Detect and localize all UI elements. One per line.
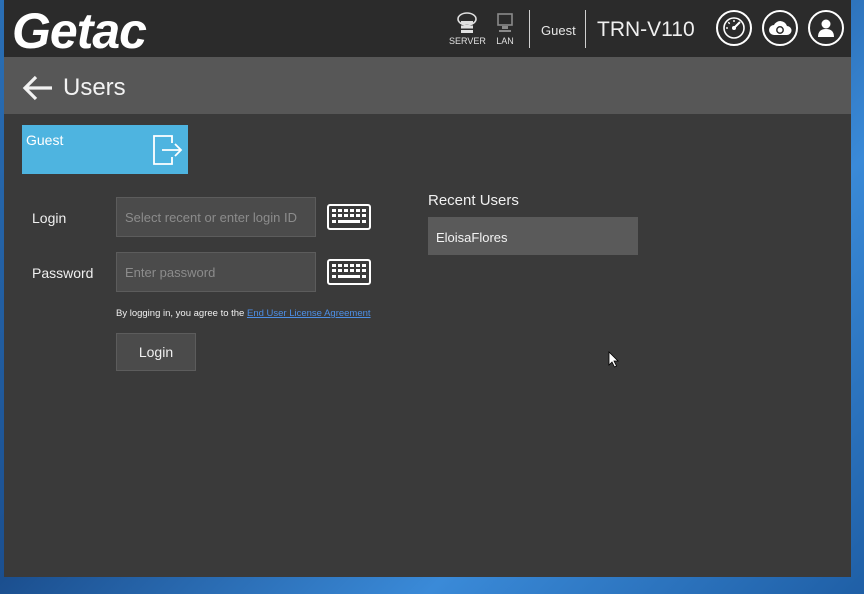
cloud-sync-icon bbox=[769, 21, 792, 35]
guest-tile-label: Guest bbox=[26, 132, 64, 148]
keyboard-icon[interactable] bbox=[327, 259, 371, 285]
agreement-prefix: By logging in, you agree to the bbox=[116, 308, 247, 319]
lan-icon bbox=[497, 13, 513, 32]
lan-status[interactable]: LAN bbox=[494, 12, 516, 46]
divider bbox=[585, 10, 586, 48]
user-button[interactable] bbox=[808, 10, 844, 46]
server-label: SERVER bbox=[449, 36, 486, 46]
page-title: Users bbox=[63, 74, 126, 101]
device-name: TRN-V110 bbox=[597, 18, 695, 41]
lan-label: LAN bbox=[496, 36, 514, 46]
app-window: Getac SERVER LAN Guest TRN-V110 Users Gu… bbox=[4, 0, 851, 577]
logout-icon bbox=[153, 135, 183, 165]
cloud-button[interactable] bbox=[762, 10, 798, 46]
login-button[interactable]: Login bbox=[116, 333, 196, 371]
speedometer-icon bbox=[723, 17, 745, 39]
login-label: Login bbox=[32, 210, 67, 226]
server-icon bbox=[457, 12, 478, 33]
divider bbox=[529, 10, 530, 48]
guest-tile[interactable]: Guest bbox=[22, 125, 188, 174]
speedometer-button[interactable] bbox=[716, 10, 752, 46]
server-status[interactable]: SERVER bbox=[449, 12, 486, 46]
agreement-text: By logging in, you agree to the End User… bbox=[116, 308, 371, 319]
mouse-cursor-icon bbox=[608, 351, 619, 368]
getac-logo: Getac bbox=[12, 3, 147, 59]
title-bar: Users bbox=[4, 57, 851, 114]
password-label: Password bbox=[32, 265, 94, 281]
password-input[interactable] bbox=[116, 252, 316, 292]
back-arrow-icon[interactable] bbox=[22, 75, 54, 101]
recent-user-item[interactable]: EloisaFlores bbox=[428, 217, 638, 255]
keyboard-icon[interactable] bbox=[327, 204, 371, 230]
user-icon bbox=[818, 19, 834, 37]
eula-link[interactable]: End User License Agreement bbox=[247, 308, 371, 319]
recent-users-title: Recent Users bbox=[428, 192, 519, 209]
login-input[interactable] bbox=[116, 197, 316, 237]
top-bar: Getac SERVER LAN Guest TRN-V110 bbox=[4, 0, 851, 59]
current-user: Guest bbox=[541, 23, 576, 38]
